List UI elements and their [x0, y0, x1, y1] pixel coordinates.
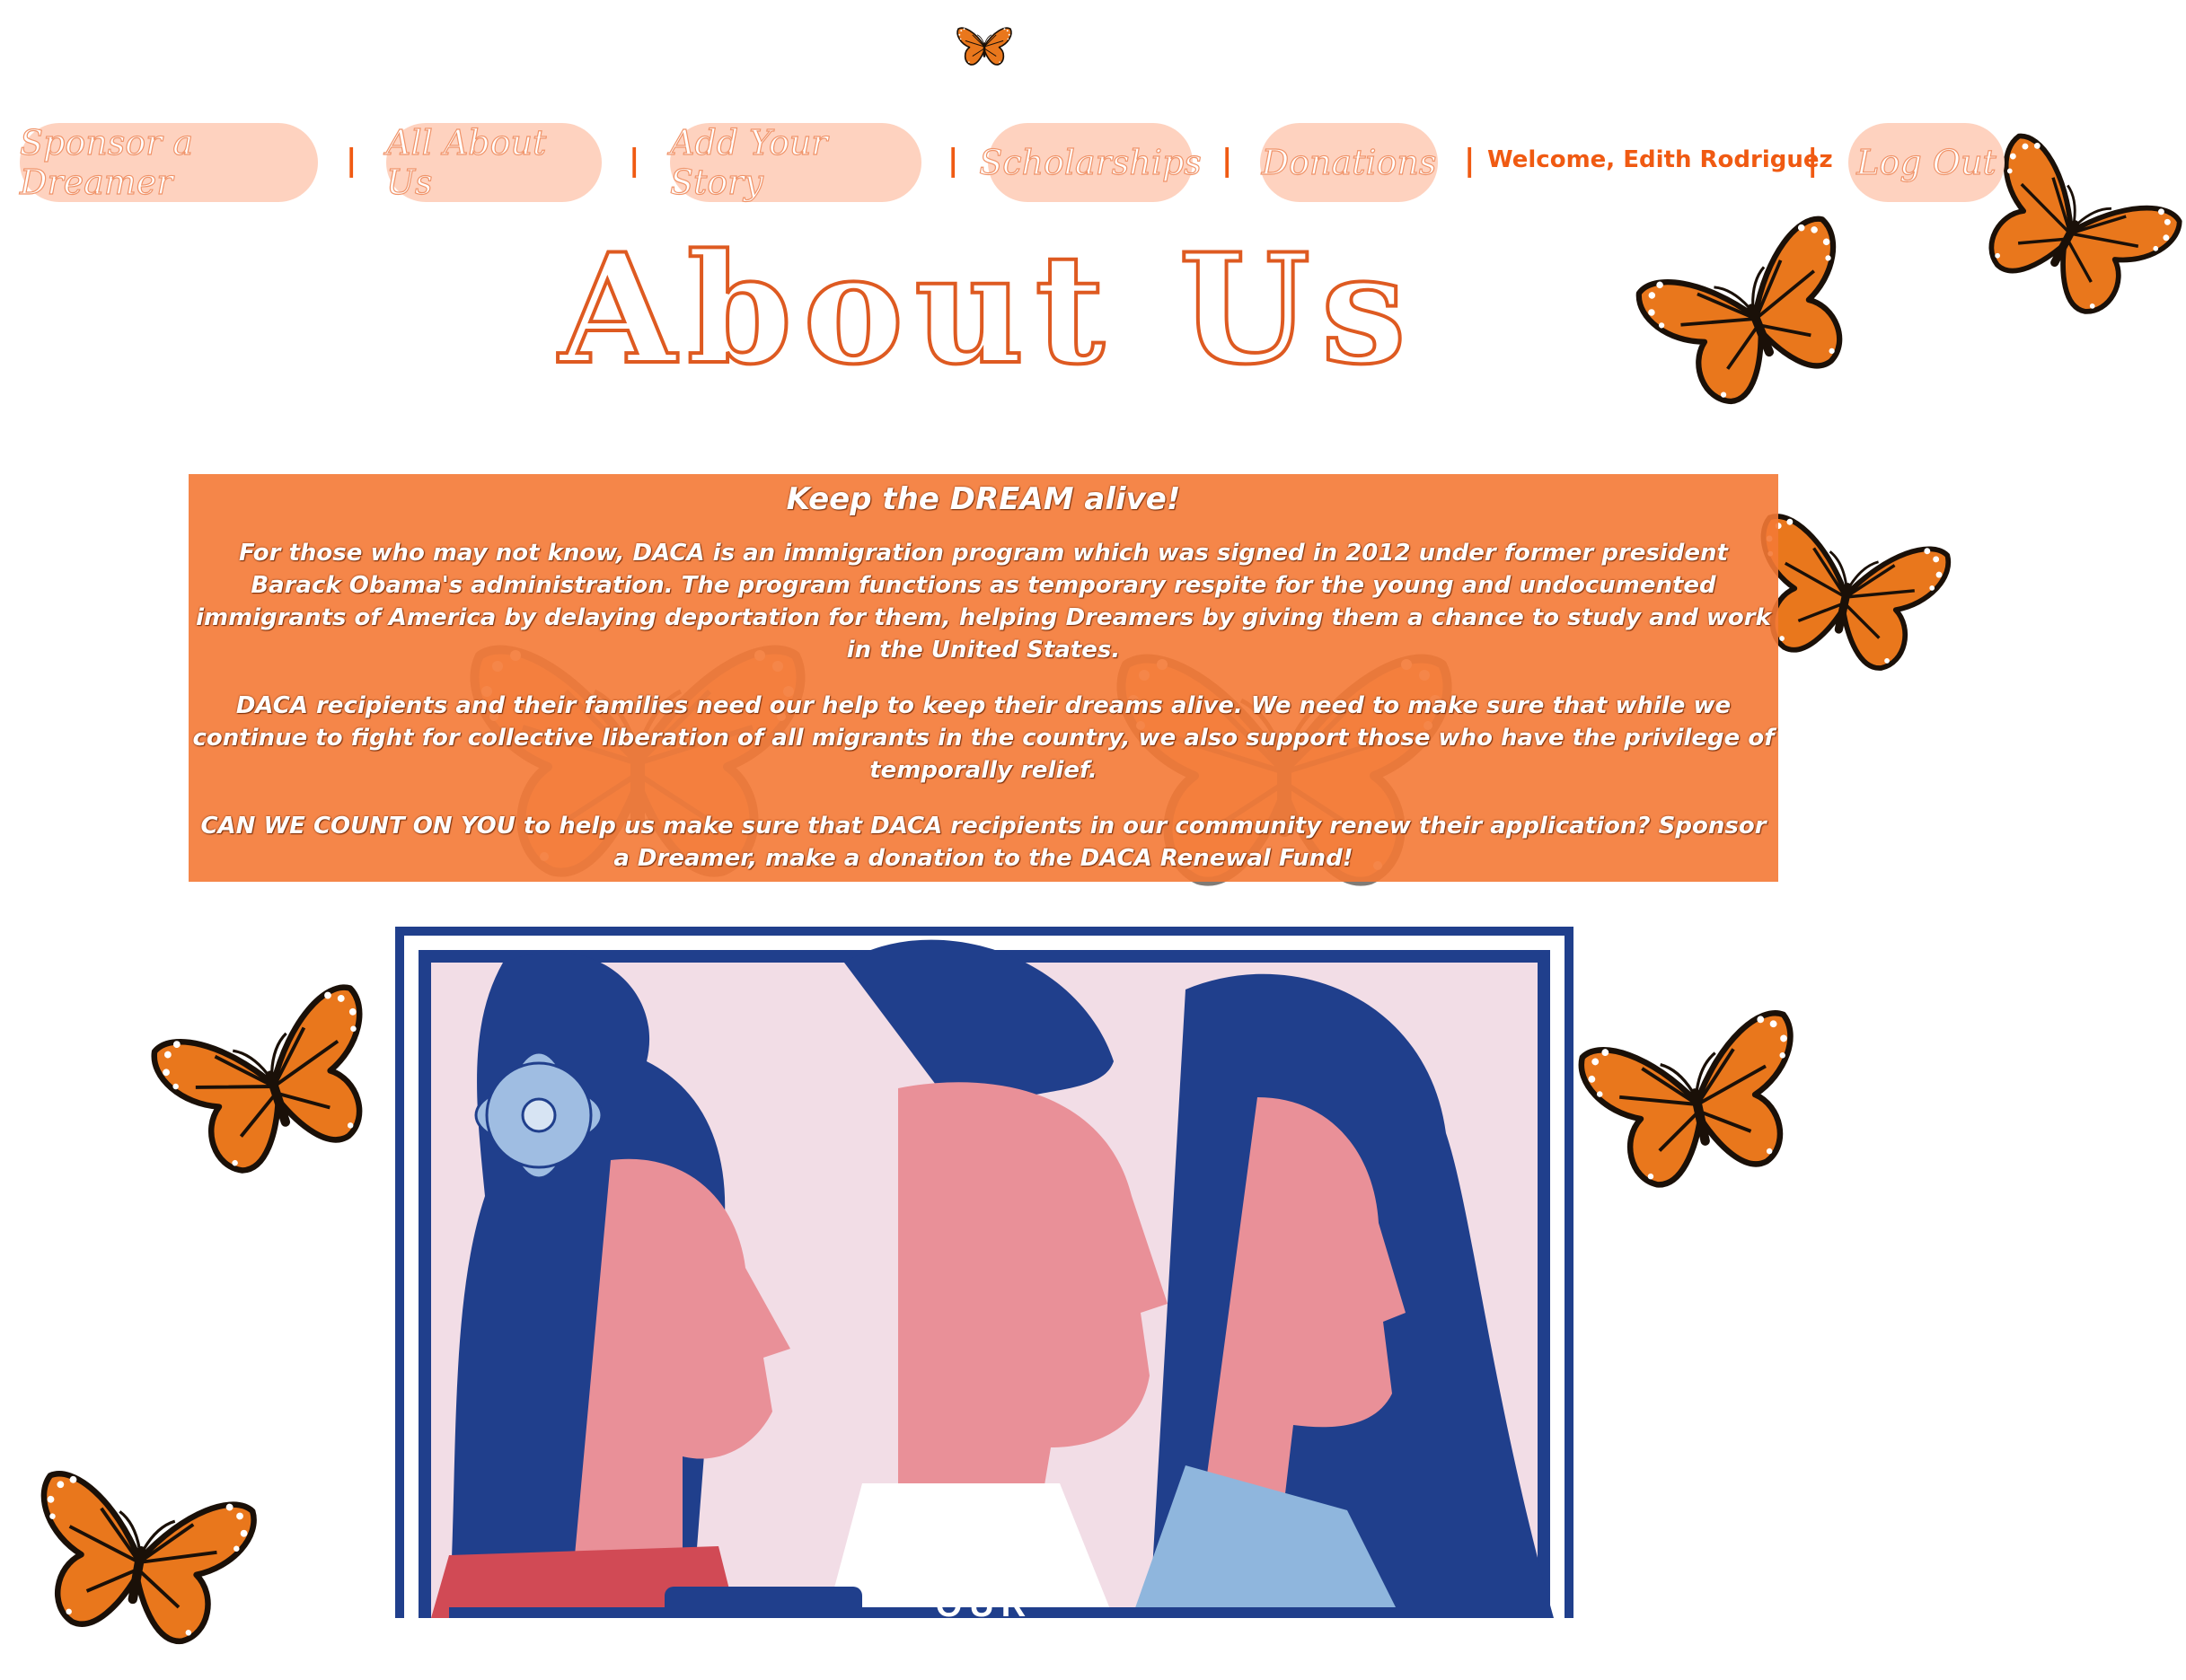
nav-separator: | — [1807, 143, 1819, 179]
nav-separator: | — [346, 143, 357, 179]
info-paragraph: DACA recipients and their families need … — [192, 692, 1775, 784]
info-paragraph: CAN WE COUNT ON YOU to help us make sure… — [200, 813, 1767, 872]
butterfly-decoration-icon — [7, 1445, 271, 1680]
butterfly-decoration-icon — [1609, 172, 1901, 464]
page-title: About Us — [557, 220, 1417, 398]
logout-button[interactable]: Log Out — [1848, 123, 2005, 202]
nav-add-your-story[interactable]: Add Your Story — [669, 122, 921, 203]
nav-scholarships[interactable]: Scholarships — [979, 123, 1202, 202]
welcome-message: Welcome, Edith Rodriguez — [1487, 146, 1833, 173]
butterfly-decoration-icon — [132, 956, 415, 1217]
nav-all-about-us[interactable]: All About Us — [385, 122, 602, 203]
info-panel: Keep the DREAM alive! For those who may … — [189, 474, 1778, 882]
nav-sponsor-a-dreamer[interactable]: Sponsor a Dreamer — [19, 122, 318, 203]
nav-separator: | — [1464, 143, 1476, 179]
dreamers-poster-image: OUR — [395, 927, 1573, 1618]
poster-banner-text: OUR — [936, 1587, 1033, 1618]
nav-separator: | — [948, 143, 959, 179]
nav-donations[interactable]: Donations — [1260, 123, 1438, 202]
main-nav: Sponsor a Dreamer | All About Us | Add Y… — [0, 122, 2186, 203]
butterfly-logo-icon[interactable] — [955, 20, 1014, 74]
info-heading: Keep the DREAM alive! — [786, 481, 1181, 517]
info-paragraph: For those who may not know, DACA is an i… — [196, 540, 1771, 664]
nav-separator: | — [1221, 143, 1233, 179]
butterfly-decoration-icon — [1546, 904, 1848, 1304]
nav-separator: | — [629, 143, 640, 179]
